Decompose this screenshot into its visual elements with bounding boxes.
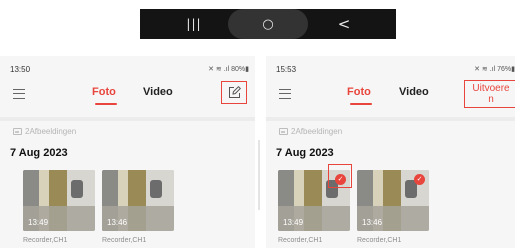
menu-icon[interactable] [279,88,291,100]
phone-screen-right: 15:53 ✕ ≋ .ıl 76%▮ Foto Video Uitvoere n… [266,56,515,248]
thumbnail-caption: Recorder,CH1 [278,237,323,244]
edit-icon [228,86,241,98]
header-separator [266,117,515,121]
thumbnail-time: 13:49 [28,218,49,227]
media-thumbnail[interactable]: 13:49 [23,170,95,231]
status-time: 15:53 [276,65,297,74]
edit-button[interactable] [221,81,247,104]
panel-divider [258,140,260,210]
date-heading: 7 Aug 2023 [276,147,334,159]
selected-check-icon[interactable]: ✓ [414,174,425,185]
export-label-line1: Uitvoere [472,83,510,94]
back-button[interactable]: < [324,9,364,39]
thumbnail-caption: Recorder,CH1 [102,237,147,244]
status-icons: ✕ ≋ .ıl 80%▮ [208,66,249,73]
status-icons: ✕ ≋ .ıl 76%▮ [474,66,515,73]
menu-icon[interactable] [13,88,25,100]
media-thumbnail[interactable]: ✓ 13:46 [357,170,429,231]
image-icon [13,128,22,135]
thumbnail-time: 13:49 [283,218,304,227]
tab-foto-underline [95,103,117,105]
selection-highlight-box [328,164,352,188]
phone-screen-left: 13:50 ✕ ≋ .ıl 80%▮ Foto Video 2Afbeeldin… [0,56,255,248]
status-bar: 15:53 ✕ ≋ .ıl 76%▮ [276,65,515,77]
album-label: 2Afbeeldingen [13,127,76,136]
tab-foto-underline [350,103,372,105]
media-thumbnail[interactable]: 13:46 [102,170,174,231]
android-navigation-bar: ||| ○ < [140,9,396,39]
album-label-text: 2Afbeeldingen [25,127,77,136]
album-label-text: 2Afbeeldingen [291,127,343,136]
thumbnail-caption: Recorder,CH1 [23,237,68,244]
status-time: 13:50 [10,65,31,74]
thumbnail-time: 13:46 [107,218,128,227]
tab-video[interactable]: Video [399,86,429,98]
home-icon: ○ [262,16,274,32]
header-separator [0,117,255,121]
date-heading: 7 Aug 2023 [10,147,68,159]
export-button[interactable]: Uitvoere n [464,80,515,108]
status-bar: 13:50 ✕ ≋ .ıl 80%▮ [10,65,249,77]
recents-button[interactable]: ||| [174,9,214,39]
tab-foto[interactable]: Foto [347,86,371,98]
back-icon: < [337,15,351,33]
thumbnail-caption: Recorder,CH1 [357,237,402,244]
tab-foto[interactable]: Foto [92,86,116,98]
album-label: 2Afbeeldingen [279,127,342,136]
thumbnail-time: 13:46 [362,218,383,227]
tab-video[interactable]: Video [143,86,173,98]
home-button[interactable]: ○ [228,9,308,39]
export-label-line2: n [488,94,494,105]
image-icon [279,128,288,135]
recents-icon: ||| [186,17,202,31]
